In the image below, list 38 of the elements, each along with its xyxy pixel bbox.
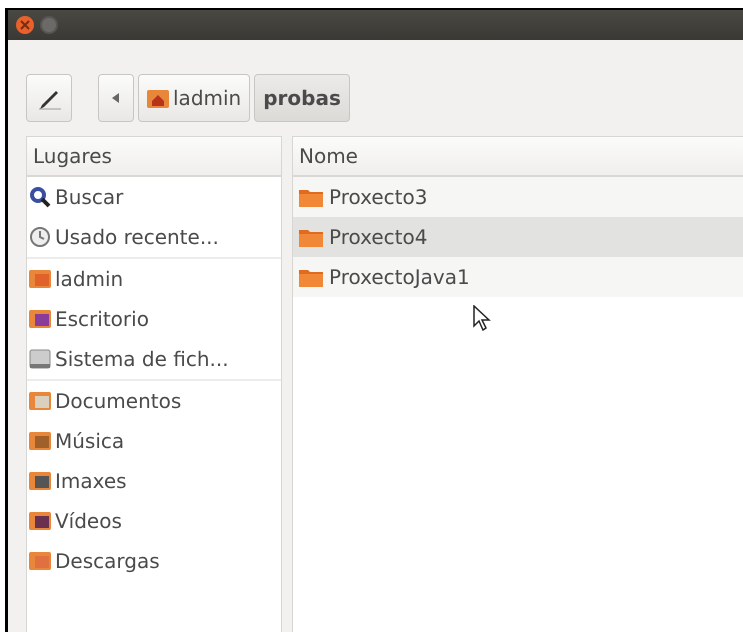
file-row[interactable]: Proxecto3 bbox=[293, 177, 743, 217]
sidebar-item[interactable]: Usado recente... bbox=[27, 217, 281, 257]
sidebar-item[interactable]: Descargas bbox=[27, 541, 281, 581]
folder-icon bbox=[29, 510, 51, 532]
close-icon bbox=[19, 19, 31, 31]
edit-location-button[interactable] bbox=[26, 74, 72, 122]
column-header[interactable]: Nome bbox=[293, 137, 743, 177]
sidebar-item[interactable]: Sistema de fich... bbox=[27, 339, 281, 379]
folder-icon bbox=[29, 430, 51, 452]
path-button[interactable]: ladmin bbox=[138, 74, 250, 122]
folder-icon bbox=[29, 268, 51, 290]
folder-icon bbox=[299, 267, 323, 287]
folder-icon bbox=[29, 470, 51, 492]
minimize-button[interactable] bbox=[40, 16, 58, 34]
mouse-cursor-icon bbox=[473, 305, 491, 331]
path-button[interactable]: probas bbox=[254, 74, 350, 122]
sidebar-item[interactable]: Buscar bbox=[27, 177, 281, 217]
sidebar-item[interactable]: Escritorio bbox=[27, 299, 281, 339]
folder-icon bbox=[29, 550, 51, 572]
folder-icon bbox=[299, 187, 323, 207]
drive-icon bbox=[29, 348, 51, 370]
home-folder-icon bbox=[147, 88, 169, 108]
clock-icon bbox=[29, 226, 51, 248]
folder-icon bbox=[29, 308, 51, 330]
file-row[interactable]: ProxectoJava1 bbox=[293, 257, 743, 297]
folder-icon bbox=[29, 390, 51, 412]
sidebar-item[interactable]: Música bbox=[27, 421, 281, 461]
sidebar-item[interactable]: Imaxes bbox=[27, 461, 281, 501]
search-icon bbox=[29, 186, 51, 208]
close-button[interactable] bbox=[16, 16, 34, 34]
column-header: Lugares bbox=[27, 137, 281, 177]
left-arrow-icon bbox=[112, 93, 120, 103]
sidebar-item[interactable]: ladmin bbox=[27, 259, 281, 299]
folder-icon bbox=[299, 227, 323, 247]
back-button[interactable] bbox=[98, 74, 134, 122]
sidebar-item[interactable]: Vídeos bbox=[27, 501, 281, 541]
sidebar-item[interactable]: Documentos bbox=[27, 381, 281, 421]
file-row[interactable]: Proxecto4 bbox=[293, 217, 743, 257]
